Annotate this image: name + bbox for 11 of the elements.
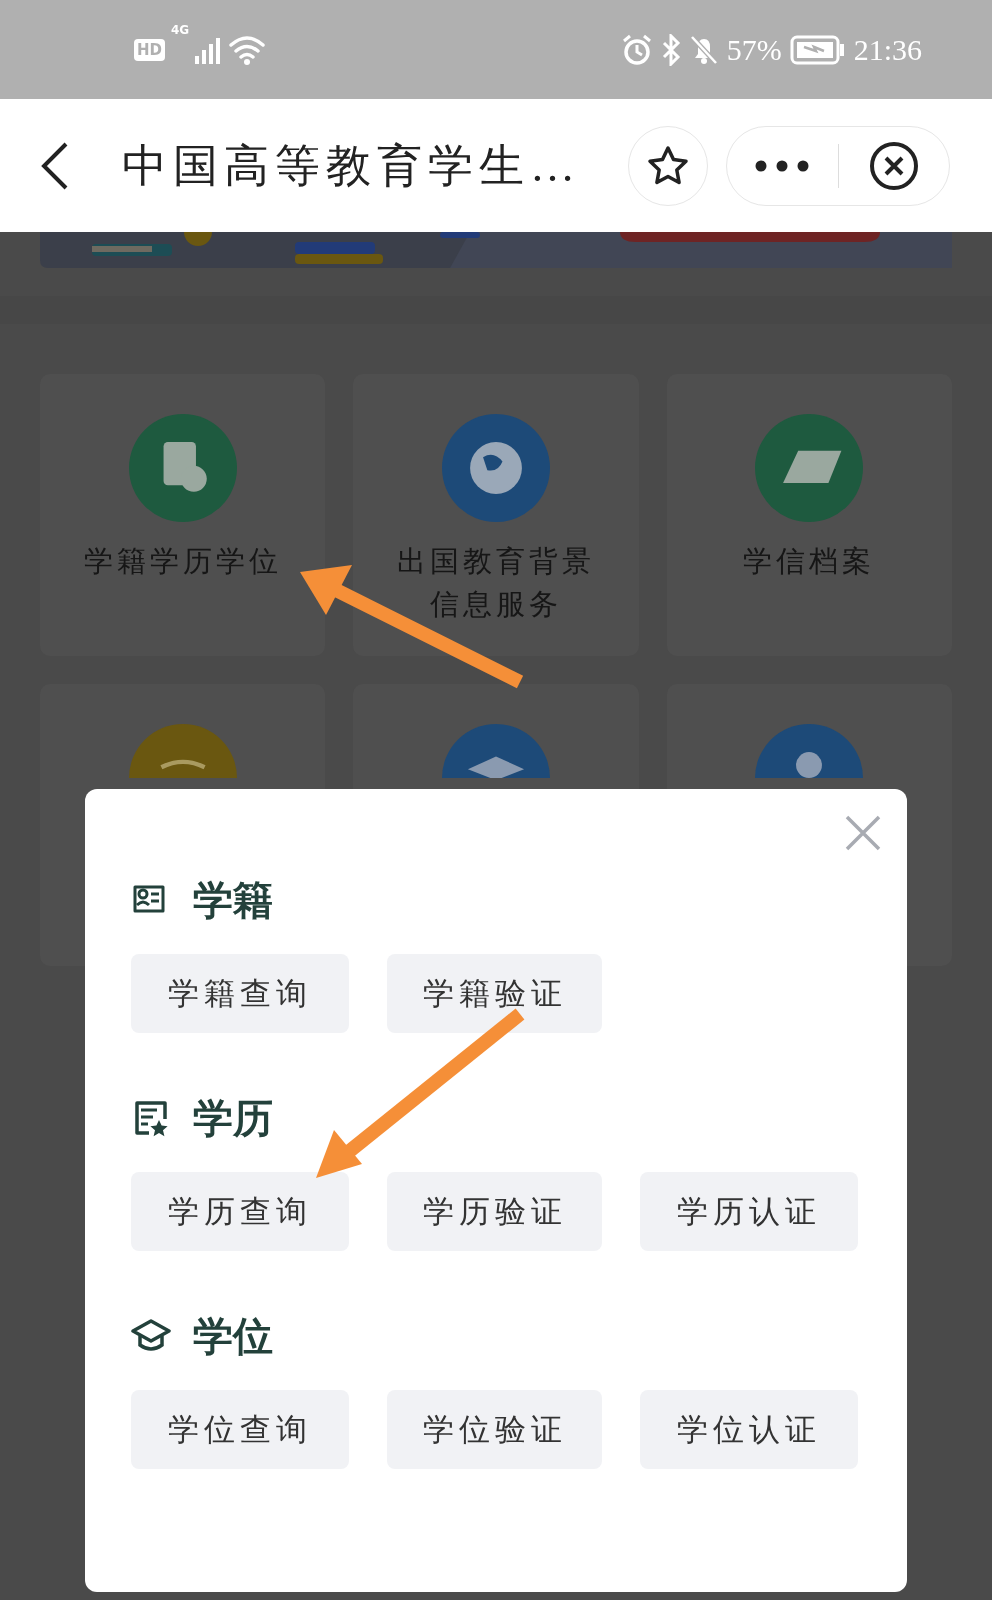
service-label: 出国教育背景信息服务 (396, 544, 596, 622)
section-title: 学籍 (193, 876, 273, 925)
service-label: 学籍学历学位 (82, 544, 283, 579)
section-title: 学历 (193, 1094, 273, 1143)
service-label: 学信档案 (742, 544, 877, 579)
clock-time: 21:36 (853, 32, 922, 67)
page-title: 中国高等教育学生… (122, 139, 581, 193)
section-title: 学位 (193, 1312, 273, 1361)
battery-percent: 57% (726, 32, 782, 67)
network-label: 4G (171, 22, 190, 37)
hd-badge: HD (134, 38, 165, 61)
